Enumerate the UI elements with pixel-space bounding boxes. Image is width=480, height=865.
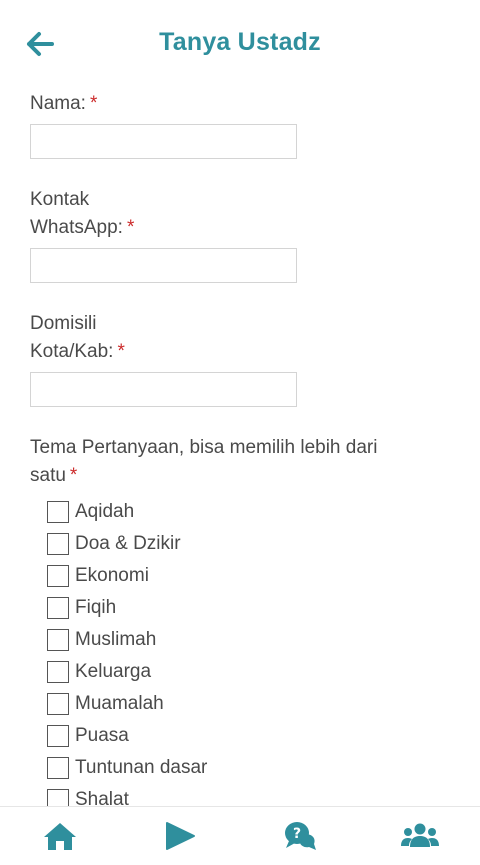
nav-ask[interactable]: ?: [240, 807, 360, 865]
kontak-label-text: Kontak WhatsApp:: [30, 189, 123, 238]
option-label: Tuntunan dasar: [75, 757, 208, 778]
nav-play[interactable]: [120, 807, 240, 865]
question-chat-icon: ?: [285, 822, 316, 850]
domisili-input[interactable]: [30, 372, 297, 407]
domisili-label-text: Domisili Kota/Kab:: [30, 313, 114, 362]
tema-option-doa-dzikir[interactable]: Doa & Dzikir: [47, 528, 207, 560]
tema-option-shalat[interactable]: Shalat: [47, 784, 207, 806]
nav-home[interactable]: [0, 807, 120, 865]
tema-option-puasa[interactable]: Puasa: [47, 720, 207, 752]
nav-community[interactable]: [360, 807, 480, 865]
tema-option-ekonomi[interactable]: Ekonomi: [47, 560, 207, 592]
checkbox[interactable]: [47, 725, 69, 747]
bottom-navigation: ?: [0, 806, 480, 865]
app-header: Tanya Ustadz: [0, 0, 480, 88]
option-label: Puasa: [75, 725, 129, 746]
checkbox[interactable]: [47, 693, 69, 715]
nama-label-text: Nama:: [30, 93, 86, 114]
option-label: Doa & Dzikir: [75, 533, 181, 554]
checkbox[interactable]: [47, 757, 69, 779]
required-mark: *: [69, 465, 78, 486]
tema-option-muamalah[interactable]: Muamalah: [47, 688, 207, 720]
option-label: Muslimah: [75, 629, 157, 650]
home-icon: [44, 823, 76, 850]
required-mark: *: [126, 217, 135, 238]
tema-option-fiqih[interactable]: Fiqih: [47, 592, 207, 624]
nama-label: Nama: *: [30, 90, 97, 118]
tema-option-tuntunan-dasar[interactable]: Tuntunan dasar: [47, 752, 207, 784]
checkbox[interactable]: [47, 629, 69, 651]
page-title: Tanya Ustadz: [159, 28, 321, 56]
option-label: Shalat: [75, 789, 129, 806]
kontak-label: Kontak WhatsApp: *: [30, 186, 170, 242]
tema-label-text: Tema Pertanyaan, bisa memilih lebih dari…: [30, 437, 378, 486]
required-mark: *: [117, 341, 125, 362]
nama-input[interactable]: [30, 124, 297, 159]
option-label: Ekonomi: [75, 565, 149, 586]
checkbox[interactable]: [47, 661, 69, 683]
play-icon: [166, 822, 195, 850]
checkbox[interactable]: [47, 533, 69, 555]
users-icon: [401, 823, 439, 847]
required-mark: *: [89, 93, 98, 114]
checkbox[interactable]: [47, 789, 69, 806]
tema-label: Tema Pertanyaan, bisa memilih lebih dari…: [30, 434, 430, 490]
checkbox[interactable]: [47, 565, 69, 587]
option-label: Keluarga: [75, 661, 152, 682]
whatsapp-input[interactable]: [30, 248, 297, 283]
option-label: Aqidah: [75, 501, 135, 522]
tema-checklist: Aqidah Doa & Dzikir Ekonomi Fiqih Muslim…: [47, 496, 207, 806]
tema-option-aqidah[interactable]: Aqidah: [47, 496, 207, 528]
question-form: Nama: * Kontak WhatsApp: * Domisili Kota/K…: [30, 88, 460, 806]
option-label: Fiqih: [75, 597, 117, 618]
checkbox[interactable]: [47, 597, 69, 619]
option-label: Muamalah: [75, 693, 164, 714]
tema-option-keluarga[interactable]: Keluarga: [47, 656, 207, 688]
tema-option-muslimah[interactable]: Muslimah: [47, 624, 207, 656]
svg-text:?: ?: [293, 826, 301, 842]
domisili-label: Domisili Kota/Kab: *: [30, 310, 170, 366]
checkbox[interactable]: [47, 501, 69, 523]
